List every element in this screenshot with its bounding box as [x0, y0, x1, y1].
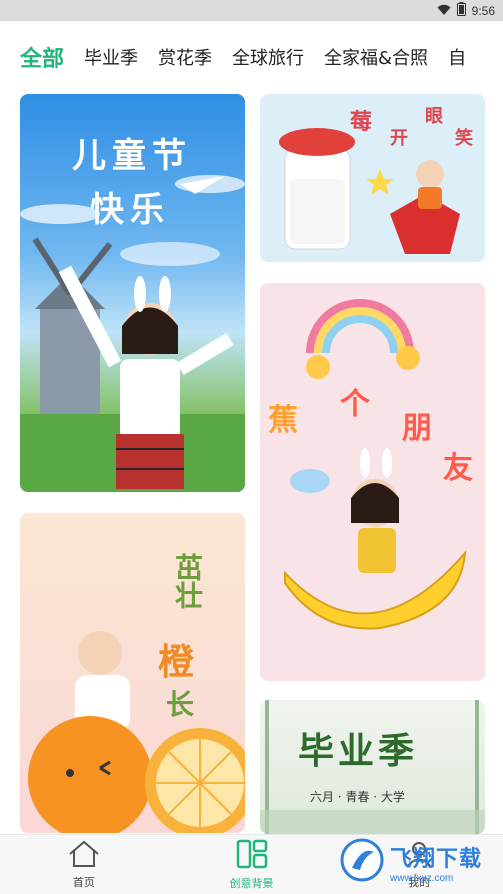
card4-title-line3: 长 — [166, 688, 195, 721]
card2-char-3: 眼 — [425, 106, 443, 127]
card1-title-line1: 儿童节 — [72, 136, 192, 176]
strawberry-illustration — [279, 128, 460, 254]
nav-creative[interactable]: 创意背景 — [168, 835, 336, 894]
card3-char-1: 蕉 — [268, 403, 298, 438]
tab-more[interactable]: 自 — [448, 44, 466, 70]
nav-home-label: 首页 — [72, 875, 95, 889]
tab-graduation[interactable]: 毕业季 — [84, 44, 138, 70]
card1-title-line2: 快乐 — [90, 190, 170, 230]
category-tabs: 全部 毕业季 赏花季 全球旅行 全家福&合照 自 — [0, 34, 503, 80]
status-bar: 9:56 — [0, 0, 503, 21]
watermark-logo-icon — [340, 838, 384, 886]
battery-icon — [456, 1, 466, 20]
card3-char-4: 友 — [443, 451, 473, 486]
watermark-text: 飞翔下载 — [390, 846, 483, 872]
tab-flowers[interactable]: 赏花季 — [158, 44, 212, 70]
tab-travel[interactable]: 全球旅行 — [232, 44, 304, 70]
template-card-childrens-day[interactable]: 儿童节 快乐 — [20, 94, 245, 492]
template-card-orange[interactable]: 茁壮 橙 长 — [20, 513, 245, 833]
watermark-url: www.fxxz.com — [390, 872, 454, 884]
template-card-strawberry[interactable]: 莓 开 眼 笑 — [260, 94, 485, 262]
card2-char-4: 笑 — [455, 128, 473, 149]
grid-icon — [236, 839, 268, 873]
template-card-banana[interactable]: 蕉 个 朋 友 — [260, 283, 485, 681]
card2-char-1: 莓 — [350, 110, 373, 135]
watermark: 飞翔下载 www.fxxz.com — [340, 834, 500, 890]
card4-title-line1: 茁壮 — [171, 553, 204, 609]
wifi-icon — [437, 1, 451, 20]
card3-char-2: 个 — [340, 387, 370, 422]
tab-family[interactable]: 全家福&合照 — [324, 44, 428, 70]
card5-title: 毕业季 — [298, 731, 419, 772]
orange-illustration — [28, 631, 245, 833]
card2-char-2: 开 — [390, 128, 408, 149]
card5-subtitle: 六月 · 青春 · 大学 — [310, 790, 405, 804]
home-icon — [67, 840, 101, 872]
status-time: 9:56 — [471, 3, 495, 18]
template-card-graduation[interactable]: 毕业季 六月 · 青春 · 大学 — [260, 700, 485, 834]
card3-char-3: 朋 — [402, 411, 432, 446]
card4-title-line2: 橙 — [158, 642, 195, 683]
nav-creative-label: 创意背景 — [229, 876, 274, 890]
tab-all[interactable]: 全部 — [20, 41, 64, 73]
nav-home[interactable]: 首页 — [0, 835, 168, 894]
